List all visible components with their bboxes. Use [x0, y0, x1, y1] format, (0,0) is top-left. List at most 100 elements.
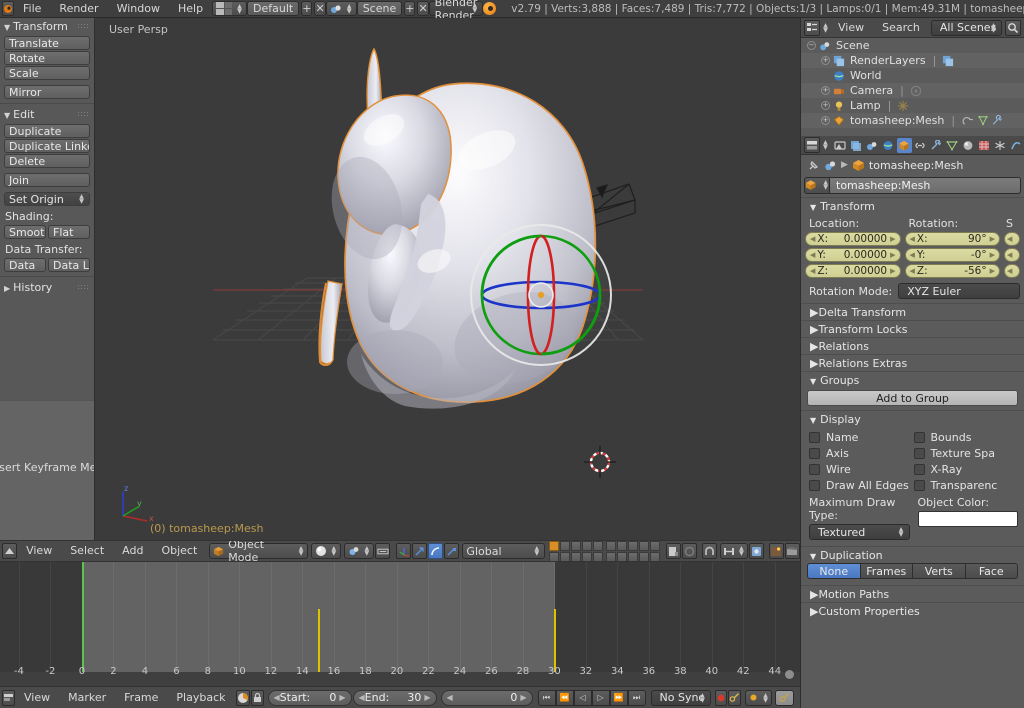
insert-keyframe-menu-popup[interactable]: Insert Keyframe Menu	[0, 400, 94, 540]
properties-editor-type-icon[interactable]	[804, 137, 820, 153]
timeline-menu-frame[interactable]: Frame	[115, 687, 167, 708]
outliner-row-scene[interactable]: − Scene	[801, 38, 1024, 53]
tab-constraints[interactable]	[913, 138, 928, 153]
sync-mode-selector[interactable]: No Sync ▲ ▼	[650, 689, 711, 706]
panel-transform-locks-header[interactable]: ▶Transform Locks	[801, 320, 1024, 337]
checkbox-icon[interactable]	[809, 447, 820, 459]
menu-file[interactable]: File	[14, 0, 50, 18]
previous-keyframe-button[interactable]: ⏪	[555, 689, 574, 706]
rotation-mode-selector[interactable]: XYZ Euler	[898, 283, 1020, 299]
snap-target-selector[interactable]: ▲ ▼	[719, 543, 748, 559]
tool-join[interactable]: Join	[4, 173, 90, 187]
duplication-option-none[interactable]: None	[807, 563, 861, 579]
duplication-option-frames[interactable]: Frames	[860, 563, 913, 579]
layer-button[interactable]	[560, 551, 571, 561]
checkbox-icon[interactable]	[913, 479, 925, 491]
layer-button[interactable]	[560, 541, 571, 551]
viewport-menu-add[interactable]: Add	[113, 541, 152, 561]
display-check-wire[interactable]: Wire	[809, 461, 914, 477]
timeline-menu-view[interactable]: View	[15, 687, 59, 708]
panel-relations-extras-header[interactable]: ▶Relations Extras	[801, 354, 1024, 371]
panel-duplication-header[interactable]: ▼ Duplication	[801, 546, 1024, 563]
tool-data-transfer[interactable]: Data	[4, 258, 46, 272]
tab-object[interactable]	[896, 137, 912, 153]
chevron-right-icon[interactable]: ▶	[890, 267, 895, 275]
layer-button[interactable]	[617, 541, 628, 551]
outliner-menu-view[interactable]: View	[829, 18, 873, 39]
viewport-shading-selector[interactable]: ▲ ▼	[311, 543, 342, 559]
outliner-row-lamp[interactable]: + Lamp |	[801, 98, 1024, 113]
tab-object-data[interactable]	[944, 138, 959, 153]
new-screen-button[interactable]: +	[301, 1, 313, 16]
screen-layout-field[interactable]: Default	[247, 1, 300, 16]
display-check-texture-spa[interactable]: Texture Spa	[913, 445, 1019, 461]
layer-button[interactable]	[549, 541, 560, 551]
menu-help[interactable]: Help	[169, 0, 212, 18]
rotation-z-field[interactable]: ◀ Z: -56° ▶	[904, 264, 1000, 278]
outliner-row-world[interactable]: World	[801, 68, 1024, 83]
outliner-editor[interactable]: ▲ ▼ View Search All Scenes ▲ ▼ − Scene + Rend…	[800, 18, 1024, 136]
object-id-type-icon[interactable]: ▲ ▼	[804, 176, 830, 194]
outliner-expand-toggle[interactable]: −	[807, 41, 816, 50]
outliner-tree[interactable]: − Scene + RenderLayers | World + Camera | + Lamp | +…	[801, 38, 1024, 128]
timeline-scroll-knob[interactable]	[785, 670, 794, 679]
tab-texture[interactable]	[976, 138, 991, 153]
location-y-field[interactable]: ◀ Y: 0.00000 ▶	[805, 248, 901, 262]
outliner-editor-type-icon[interactable]	[804, 19, 820, 36]
render-preview-icon[interactable]	[682, 543, 698, 559]
pin-icon[interactable]	[807, 159, 820, 172]
outliner-row-tomasheep-mesh[interactable]: + tomasheep:Mesh |	[801, 113, 1024, 128]
screen-layout-icon-selector[interactable]: ▲ ▼	[212, 1, 248, 16]
outliner-expand-toggle[interactable]: +	[821, 86, 830, 95]
tool-shade-smooth[interactable]: Smooth	[4, 225, 46, 239]
jump-to-start-button[interactable]: ⏮	[537, 689, 556, 706]
panel-history-header[interactable]: ▶ History	[0, 279, 94, 296]
layer-button[interactable]	[582, 551, 593, 561]
transform-orientation-selector[interactable]: Global ▲ ▼	[462, 543, 546, 559]
timeline-keyframe[interactable]	[554, 609, 557, 672]
chevron-right-icon[interactable]: ▶	[424, 693, 430, 702]
layer-button[interactable]	[606, 551, 617, 561]
outliner-row-extra-icons[interactable]	[910, 85, 922, 97]
lock-camera-icon[interactable]	[665, 543, 682, 559]
proportional-edit-icon[interactable]	[748, 543, 765, 559]
viewport-menu-object[interactable]: Object	[152, 541, 206, 561]
new-scene-button[interactable]: +	[404, 1, 416, 16]
outliner-row-extra-icons[interactable]	[942, 55, 954, 67]
chevron-right-icon[interactable]: ▶	[520, 693, 526, 702]
panel-transform-header[interactable]: ▼ Transform	[0, 18, 94, 35]
scale-manipulator-icon[interactable]	[444, 543, 460, 559]
tool-data-layout-transfer[interactable]: Data Layo	[48, 258, 90, 272]
manipulator-toggle[interactable]	[375, 543, 391, 559]
tab-render[interactable]	[833, 138, 848, 153]
panel-display-header[interactable]: ▼ Display	[801, 410, 1024, 427]
tab-world[interactable]	[881, 138, 896, 153]
tab-scene[interactable]	[865, 138, 880, 153]
tool-rotate[interactable]: Rotate	[4, 51, 90, 65]
tab-material[interactable]	[960, 138, 975, 153]
scene-icon[interactable]	[824, 159, 837, 172]
tool-mirror[interactable]: Mirror	[4, 85, 90, 99]
layer-button[interactable]	[617, 551, 628, 561]
panel-groups-header[interactable]: ▼ Groups	[801, 371, 1024, 388]
blender-menu-icon[interactable]	[2, 1, 14, 16]
outliner-expand-toggle[interactable]: +	[821, 116, 830, 125]
layer-button[interactable]	[571, 551, 582, 561]
collapsed-panels[interactable]: ▶Delta Transform ▶Transform Locks ▶Relatio…	[801, 303, 1024, 371]
max-draw-type-selector[interactable]: Textured ▲ ▼	[809, 524, 910, 540]
chevron-right-icon[interactable]: ▶	[890, 251, 895, 259]
panel-transform-header[interactable]: ▼ Transform	[801, 197, 1024, 214]
panel-delta-transform-header[interactable]: ▶Delta Transform	[801, 303, 1024, 320]
record-button[interactable]	[715, 689, 727, 706]
3d-viewport[interactable]: User Persp (0) tomasheep:Mesh z x y	[95, 18, 800, 540]
pivot-point-selector[interactable]: ▲ ▼	[344, 543, 375, 559]
scene-field[interactable]: Scene	[356, 1, 403, 16]
tab-physics[interactable]	[1008, 138, 1023, 153]
properties-editor[interactable]: ▲ ▼ ▶ tomasheep:Mesh ▲ ▼ tomasheep:Mesh …	[800, 136, 1024, 708]
menu-window[interactable]: Window	[108, 0, 169, 18]
scene-icon-selector[interactable]: ▲ ▼	[325, 1, 357, 16]
rotate-manipulator-icon[interactable]	[428, 543, 444, 559]
rotation-x-field[interactable]: ◀ X: 90° ▶	[904, 232, 1000, 246]
chevron-right-icon[interactable]: ▶	[890, 235, 895, 243]
checkbox-icon[interactable]	[809, 463, 820, 475]
